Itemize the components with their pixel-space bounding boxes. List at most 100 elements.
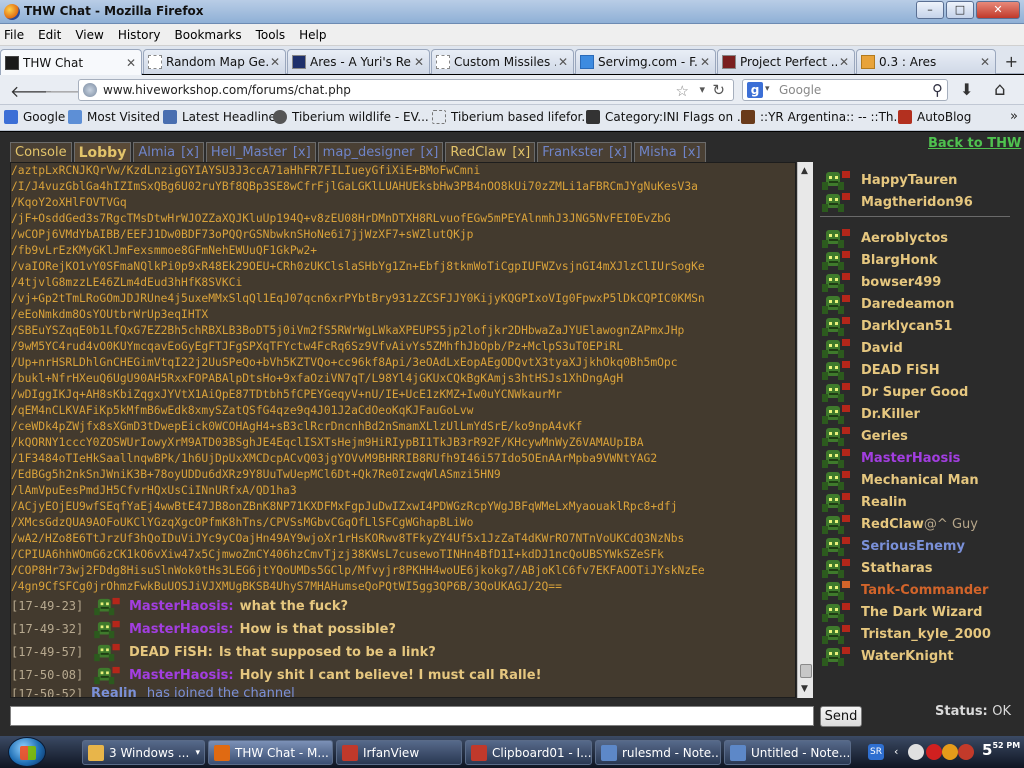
language-icon[interactable]: SR bbox=[868, 744, 884, 760]
url-text[interactable]: www.hiveworkshop.com/forums/chat.php bbox=[103, 83, 351, 97]
menu-bookmarks[interactable]: Bookmarks bbox=[175, 28, 242, 42]
message-nick[interactable]: DEAD FiSH: Is that supposed to be a link? bbox=[129, 641, 436, 664]
user-list-item[interactable]: SeriousEnemy bbox=[820, 536, 1020, 558]
chevron-down-icon[interactable]: ▾ bbox=[765, 84, 770, 94]
taskbar-item[interactable]: 3 Windows ... ▾ bbox=[82, 740, 205, 765]
menu-file[interactable]: File bbox=[4, 28, 24, 42]
tab-close-icon[interactable]: ✕ bbox=[268, 55, 282, 69]
user-list-item[interactable]: HappyTauren bbox=[820, 170, 1020, 192]
taskbar-item[interactable]: IrfanView bbox=[336, 740, 462, 765]
user-list-item[interactable]: Dr.Killer bbox=[820, 404, 1020, 426]
user-list-item[interactable]: Magtheridon96 bbox=[820, 192, 1020, 214]
user-list-item[interactable]: Darklycan51 bbox=[820, 316, 1020, 338]
browser-tab[interactable]: 0.3 : Ares ✕ bbox=[856, 49, 996, 74]
user-list-item[interactable]: David bbox=[820, 338, 1020, 360]
room-tab-console[interactable]: Console bbox=[10, 142, 72, 164]
message-nick[interactable]: MasterHaosis: Holy shit I cant believe! I… bbox=[129, 664, 542, 687]
scroll-thumb[interactable] bbox=[800, 664, 812, 678]
taskbar-item[interactable]: Clipboard01 - I... bbox=[465, 740, 592, 765]
room-tab-close[interactable]: [x] bbox=[181, 145, 199, 160]
room-tab-lobby[interactable]: Lobby bbox=[73, 142, 132, 164]
room-tab-frankster[interactable]: Frankster [x] bbox=[537, 142, 632, 164]
user-list-item[interactable]: Daredeamon bbox=[820, 294, 1020, 316]
user-list-item[interactable]: Tristan_kyle_2000 bbox=[820, 624, 1020, 646]
browser-tab[interactable]: Project Perfect ... ✕ bbox=[717, 49, 855, 74]
user-list-item[interactable]: Mechanical Man bbox=[820, 470, 1020, 492]
user-list-item[interactable]: DEAD FiSH bbox=[820, 360, 1020, 382]
warning-icon[interactable] bbox=[926, 744, 942, 760]
download-icon[interactable]: ⬇ bbox=[960, 80, 973, 99]
room-tab-map-designer[interactable]: map_designer [x] bbox=[317, 142, 444, 164]
tab-close-icon[interactable]: ✕ bbox=[124, 56, 138, 70]
reload-icon[interactable]: ↻ bbox=[712, 81, 725, 99]
back-to-thw-link[interactable]: Back to THW bbox=[928, 136, 1021, 151]
user-list-item[interactable]: Dr Super Good bbox=[820, 382, 1020, 404]
tab-close-icon[interactable]: ✕ bbox=[978, 55, 992, 69]
tab-close-icon[interactable]: ✕ bbox=[837, 55, 851, 69]
room-tab-close[interactable]: [x] bbox=[683, 145, 701, 160]
maximize-button[interactable]: □ bbox=[946, 1, 974, 19]
room-tab-almia[interactable]: Almia [x] bbox=[133, 142, 204, 164]
taskbar-item[interactable]: rulesmd - Note... bbox=[595, 740, 721, 765]
message-nick[interactable]: MasterHaosis: How is that possible? bbox=[129, 618, 396, 641]
user-list-item[interactable]: Tank-Commander bbox=[820, 580, 1020, 602]
google-icon[interactable]: g bbox=[747, 82, 763, 98]
room-tab-close[interactable]: [x] bbox=[421, 145, 439, 160]
bookmark-item[interactable]: ::YR Argentina:: -- ::Th... bbox=[741, 110, 905, 124]
room-tab-misha[interactable]: Misha [x] bbox=[633, 142, 706, 164]
user-list-item[interactable]: WaterKnight bbox=[820, 646, 1020, 668]
network-icon[interactable] bbox=[908, 744, 924, 760]
minimize-button[interactable]: – bbox=[916, 1, 944, 19]
user-list-item[interactable]: Geries bbox=[820, 426, 1020, 448]
room-tab-redclaw[interactable]: RedClaw [x] bbox=[445, 142, 536, 164]
security-icon[interactable] bbox=[958, 744, 974, 760]
tab-close-icon[interactable]: ✕ bbox=[412, 55, 426, 69]
menu-history[interactable]: History bbox=[118, 28, 161, 42]
user-list-item[interactable]: Realin bbox=[820, 492, 1020, 514]
menu-tools[interactable]: Tools bbox=[256, 28, 286, 42]
clock[interactable]: 552 PM bbox=[982, 741, 1020, 759]
menu-help[interactable]: Help bbox=[299, 28, 326, 42]
user-list-item[interactable]: Aeroblyctos bbox=[820, 228, 1020, 250]
bookmark-item[interactable]: AutoBlog bbox=[898, 110, 971, 124]
send-button[interactable]: Send bbox=[820, 706, 862, 727]
room-tab-hell-master[interactable]: Hell_Master [x] bbox=[205, 142, 316, 164]
chevron-right-icon[interactable]: » bbox=[1010, 109, 1018, 124]
home-icon[interactable]: ⌂ bbox=[994, 79, 1005, 100]
browser-tab[interactable]: Random Map Ge... ✕ bbox=[143, 49, 286, 74]
room-tab-close[interactable]: [x] bbox=[293, 145, 311, 160]
new-tab-button[interactable]: + bbox=[1005, 52, 1018, 71]
tab-close-icon[interactable]: ✕ bbox=[698, 55, 712, 69]
room-tab-close[interactable]: [x] bbox=[512, 145, 530, 160]
url-bar[interactable]: www.hiveworkshop.com/forums/chat.php ☆ ▾… bbox=[78, 79, 734, 101]
bookmark-item[interactable]: Tiberium wildlife - EV... bbox=[273, 110, 429, 124]
chevron-down-icon[interactable]: ▾ bbox=[699, 83, 705, 96]
user-list-item[interactable]: RedClaw@^ Guy bbox=[820, 514, 1020, 536]
bookmark-item[interactable]: Google bbox=[4, 110, 65, 124]
bookmark-item[interactable]: Tiberium based lifefor... bbox=[432, 110, 593, 124]
user-list-item[interactable]: The Dark Wizard bbox=[820, 602, 1020, 624]
taskbar-item[interactable]: THW Chat - M... bbox=[208, 740, 333, 765]
menu-view[interactable]: View bbox=[75, 28, 103, 42]
close-button[interactable]: ✕ bbox=[976, 1, 1020, 19]
user-list-item[interactable]: Statharas bbox=[820, 558, 1020, 580]
bookmark-item[interactable]: Category:INI Flags on ... bbox=[586, 110, 748, 124]
scroll-down-icon[interactable]: ▼ bbox=[801, 684, 808, 694]
chat-scrollbar[interactable]: ▲ ▼ bbox=[797, 162, 813, 698]
scroll-up-icon[interactable]: ▲ bbox=[801, 166, 808, 176]
start-button[interactable] bbox=[8, 737, 46, 767]
menu-edit[interactable]: Edit bbox=[38, 28, 61, 42]
user-list-item[interactable]: BlargHonk bbox=[820, 250, 1020, 272]
message-nick[interactable]: Realin has joined the channel bbox=[91, 687, 295, 697]
browser-tab[interactable]: Servimg.com - F... ✕ bbox=[575, 49, 716, 74]
room-tab-close[interactable]: [x] bbox=[609, 145, 627, 160]
user-list-item[interactable]: bowser499 bbox=[820, 272, 1020, 294]
browser-tab[interactable]: THW Chat ✕ bbox=[0, 49, 142, 75]
bookmark-item[interactable]: Latest Headlines bbox=[163, 110, 282, 124]
user-list-item[interactable]: MasterHaosis bbox=[820, 448, 1020, 470]
browser-tab[interactable]: Custom Missiles ... ✕ bbox=[431, 49, 574, 74]
bookmark-item[interactable]: Most Visited bbox=[68, 110, 160, 124]
chat-message-input[interactable] bbox=[10, 706, 814, 726]
bookmark-star-icon[interactable]: ☆ bbox=[676, 82, 689, 100]
message-nick[interactable]: MasterHaosis: what the fuck? bbox=[129, 595, 348, 618]
